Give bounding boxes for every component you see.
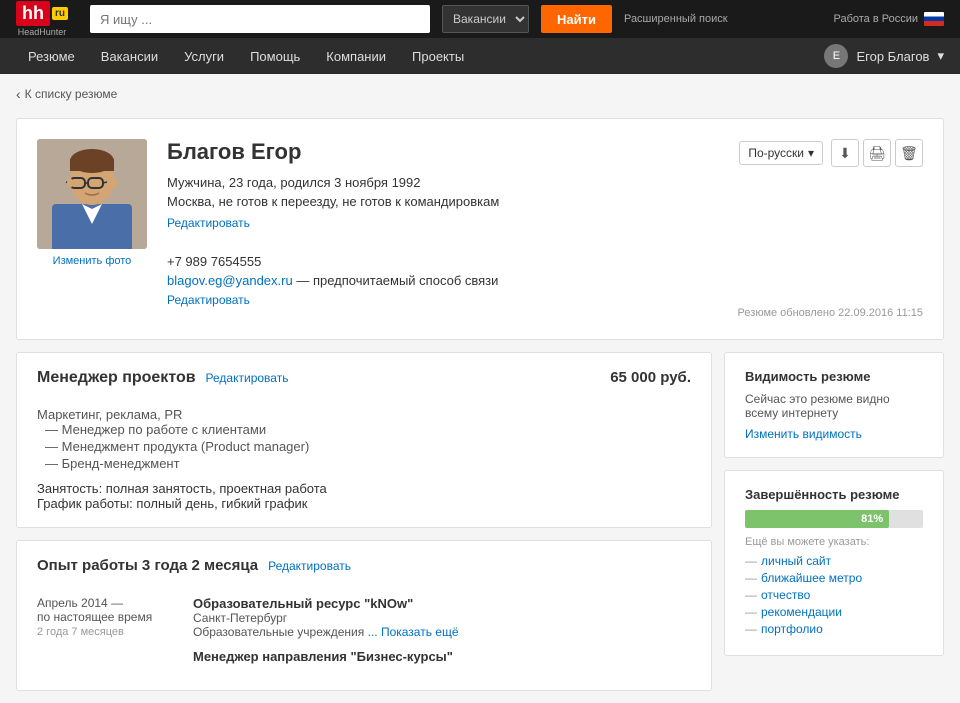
can-add-website-label: личный сайт xyxy=(761,554,831,568)
completion-title: Завершённость резюме xyxy=(745,487,923,502)
nav-item-resume[interactable]: Резюме xyxy=(16,38,87,74)
avatar: Е xyxy=(824,44,848,68)
updated-text: Резюме обновлено 22.09.2016 11:15 xyxy=(738,287,923,319)
email-link[interactable]: blagov.eg@yandex.ru xyxy=(167,273,293,288)
back-link[interactable]: ‹ К списку резюме xyxy=(16,86,117,102)
main-nav: Резюме Вакансии Услуги Помощь Компании П… xyxy=(0,38,960,74)
change-visibility-link[interactable]: Изменить видимость xyxy=(745,427,862,441)
exp-dates-2 xyxy=(37,649,177,664)
edit-job-link[interactable]: Редактировать xyxy=(206,371,289,385)
info-column: Благов Егор Мужчина, 23 года, родился 3 … xyxy=(167,139,703,319)
exp-dates: Апрель 2014 — по настоящее время 2 года … xyxy=(37,596,177,639)
advanced-search-link[interactable]: Расширенный поиск xyxy=(624,13,728,25)
exp-company-2: Менеджер направления "Бизнес-курсы" xyxy=(193,649,691,664)
job-header: Менеджер проектов Редактировать 65 000 р… xyxy=(37,369,691,397)
job-card: Менеджер проектов Редактировать 65 000 р… xyxy=(16,352,712,528)
completion-card: Завершённость резюме 81% Ещё вы можете у… xyxy=(724,470,944,656)
vacancies-select[interactable]: Вакансии xyxy=(442,5,529,33)
job-category: Маркетинг, реклама, PR — Менеджер по раб… xyxy=(37,407,691,471)
right-column: По-русски ▾ ⬇ 🖨 🗑 Резюме обновлено 22.09… xyxy=(723,139,923,319)
progress-label: 81% xyxy=(861,513,883,525)
job-title: Менеджер проектов xyxy=(37,369,196,387)
search-wrap xyxy=(90,5,430,33)
progress-bar-wrap: 81% xyxy=(745,510,923,528)
user-name: Егор Благов xyxy=(856,49,929,64)
email-line: blagov.eg@yandex.ru — предпочитаемый спо… xyxy=(167,273,703,288)
chevron-down-icon: ▾ xyxy=(808,146,814,160)
exp-company: Образовательный ресурс "kNOw" xyxy=(193,596,691,611)
two-col-layout: Менеджер проектов Редактировать 65 000 р… xyxy=(16,352,944,691)
contact-info: +7 989 7654555 blagov.eg@yandex.ru — пре… xyxy=(167,254,703,319)
back-arrow-icon: ‹ xyxy=(16,86,21,102)
language-selector[interactable]: По-русски ▾ xyxy=(739,141,823,165)
nav-item-help[interactable]: Помощь xyxy=(238,38,312,74)
action-icons: ⬇ 🖨 🗑 xyxy=(831,139,923,167)
sidebar: Видимость резюме Сейчас это резюме видно… xyxy=(724,352,944,691)
spec-item-2: — Менеджмент продукта (Product manager) xyxy=(45,439,691,454)
can-add-title: Ещё вы можете указать: xyxy=(745,536,923,548)
spec-item-3: — Бренд-менеджмент xyxy=(45,456,691,471)
salary: 65 000 руб. xyxy=(610,369,691,386)
exp-item-2: Менеджер направления "Бизнес-курсы" xyxy=(37,649,691,664)
language-label: По-русски xyxy=(748,146,804,160)
visibility-text: Сейчас это резюме видно всему интернету xyxy=(745,392,923,420)
exp-header: Опыт работы 3 года 2 месяца Редактироват… xyxy=(37,557,691,586)
exp-duration: 2 года 7 месяцев xyxy=(37,626,177,638)
can-add-recommendations[interactable]: — рекомендации xyxy=(745,605,923,619)
visibility-title: Видимость резюме xyxy=(745,369,923,384)
delete-button[interactable]: 🗑 xyxy=(895,139,923,167)
photo-column: Изменить фото xyxy=(37,139,147,319)
email-suffix: — предпочитаемый способ связи xyxy=(296,273,498,288)
spec-item-1: — Менеджер по работе с клиентами xyxy=(45,422,691,437)
edit-personal-link[interactable]: Редактировать xyxy=(167,216,250,230)
change-photo-link[interactable]: Изменить фото xyxy=(53,255,132,267)
show-more-link[interactable]: ... Показать ещё xyxy=(368,625,459,639)
exp-item-1: Апрель 2014 — по настоящее время 2 года … xyxy=(37,596,691,639)
can-add-recommendations-label: рекомендации xyxy=(761,605,842,619)
main-column: Менеджер проектов Редактировать 65 000 р… xyxy=(16,352,712,691)
page-content: ‹ К списку резюме xyxy=(0,74,960,703)
search-input[interactable] xyxy=(90,5,430,33)
can-add-website[interactable]: — личный сайт xyxy=(745,554,923,568)
chevron-down-icon: ▾ xyxy=(937,48,944,64)
search-button[interactable]: Найти xyxy=(541,5,612,33)
nav-item-vacancies[interactable]: Вакансии xyxy=(89,38,170,74)
exp-details: Образовательный ресурс "kNOw" Санкт-Пете… xyxy=(193,596,691,639)
resume-header-card: Изменить фото Благов Егор Мужчина, 23 го… xyxy=(16,118,944,340)
can-add-portfolio-label: портфолио xyxy=(761,622,823,636)
logo-ru: ru xyxy=(52,7,68,20)
exp-city: Санкт-Петербург xyxy=(193,611,691,625)
can-add-portfolio[interactable]: — портфолио xyxy=(745,622,923,636)
phone-number: +7 989 7654555 xyxy=(167,254,703,269)
photo-svg xyxy=(37,139,147,249)
nav-item-companies[interactable]: Компании xyxy=(314,38,398,74)
resume-name: Благов Егор xyxy=(167,139,703,165)
can-add-metro[interactable]: — ближайшее метро xyxy=(745,571,923,585)
resume-meta: Мужчина, 23 года, родился 3 ноября 1992 xyxy=(167,175,703,190)
resume-photo xyxy=(37,139,147,249)
logo-subtext: HeadHunter xyxy=(18,27,67,37)
can-add-metro-label: ближайшее метро xyxy=(761,571,862,585)
experience-card: Опыт работы 3 года 2 месяца Редактироват… xyxy=(16,540,712,691)
nav-item-projects[interactable]: Проекты xyxy=(400,38,476,74)
top-bar: hh ru HeadHunter Вакансии Найти Расширен… xyxy=(0,0,960,38)
visibility-card: Видимость резюме Сейчас это резюме видно… xyxy=(724,352,944,458)
nav-items: Резюме Вакансии Услуги Помощь Компании П… xyxy=(16,38,824,74)
resume-location: Москва, не готов к переезду, не готов к … xyxy=(167,194,703,209)
work-in-russia: Работа в России xyxy=(833,12,944,26)
logo: hh ru HeadHunter xyxy=(16,1,68,37)
nav-item-services[interactable]: Услуги xyxy=(172,38,236,74)
russia-flag-icon xyxy=(924,12,944,26)
print-button[interactable]: 🖨 xyxy=(863,139,891,167)
exp-details-2: Менеджер направления "Бизнес-курсы" xyxy=(193,649,691,664)
edit-contacts-link[interactable]: Редактировать xyxy=(167,293,250,307)
edit-exp-link[interactable]: Редактировать xyxy=(268,559,351,573)
exp-type: Образовательные учреждения ... Показать … xyxy=(193,625,691,639)
download-button[interactable]: ⬇ xyxy=(831,139,859,167)
user-menu[interactable]: Е Егор Благов ▾ xyxy=(824,44,944,68)
logo-hh: hh xyxy=(16,1,50,26)
progress-bar-fill: 81% xyxy=(745,510,889,528)
exp-title: Опыт работы 3 года 2 месяца xyxy=(37,557,258,574)
employment-info: Занятость: полная занятость, проектная р… xyxy=(37,481,691,511)
